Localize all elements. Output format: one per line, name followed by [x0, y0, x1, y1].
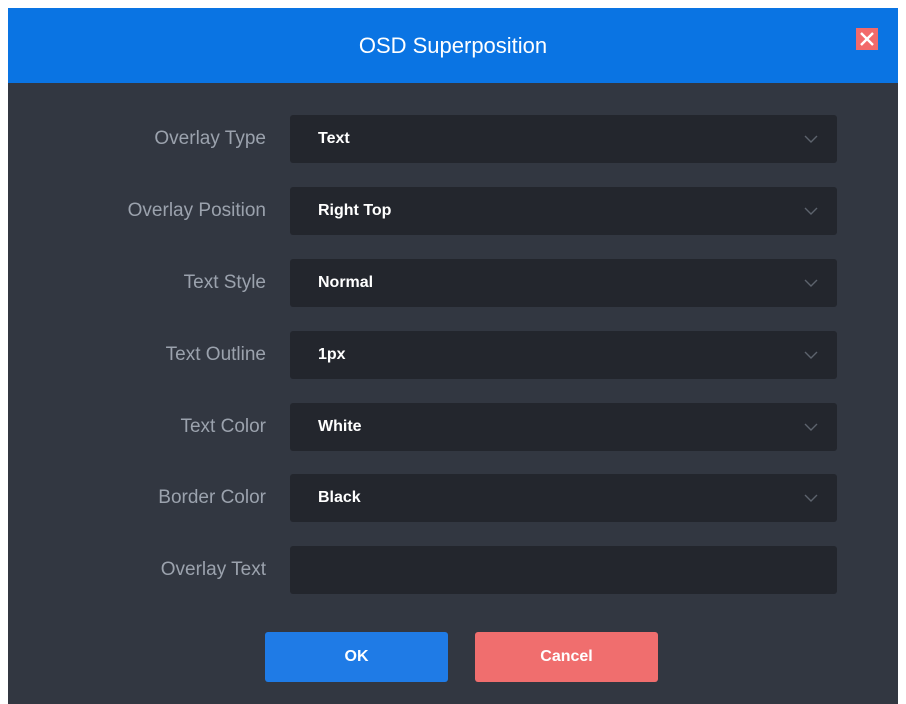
border-color-label: Border Color	[158, 487, 266, 508]
border-color-select[interactable]: Black	[290, 474, 837, 522]
close-icon[interactable]	[856, 28, 878, 50]
overlay-text-field[interactable]	[290, 546, 837, 594]
chevron-down-icon	[804, 423, 818, 431]
text-outline-label: Text Outline	[165, 344, 266, 365]
overlay-position-label: Overlay Position	[127, 200, 266, 221]
overlay-type-label: Overlay Type	[154, 128, 266, 149]
chevron-down-icon	[804, 135, 818, 143]
dialog-title: OSD Superposition	[358, 33, 548, 58]
text-outline-value: 1px	[318, 346, 346, 363]
overlay-type-row: Overlay Type Text	[8, 115, 898, 163]
cancel-button[interactable]: Cancel	[475, 632, 658, 682]
ok-button[interactable]: OK	[265, 632, 448, 682]
border-color-row: Border Color Black	[8, 474, 898, 522]
overlay-type-select[interactable]: Text	[290, 115, 837, 163]
text-color-row: Text Color White	[8, 403, 898, 451]
border-color-value: Black	[318, 489, 361, 506]
text-color-select[interactable]: White	[290, 403, 837, 451]
overlay-text-row: Overlay Text	[8, 546, 898, 594]
chevron-down-icon	[804, 207, 818, 215]
chevron-down-icon	[804, 351, 818, 359]
overlay-position-row: Overlay Position Right Top	[8, 187, 898, 235]
text-color-label: Text Color	[180, 416, 266, 437]
overlay-text-input[interactable]	[290, 546, 837, 594]
overlay-position-select[interactable]: Right Top	[290, 187, 837, 235]
dialog-titlebar: OSD Superposition	[8, 8, 898, 83]
text-style-select[interactable]: Normal	[290, 259, 837, 307]
overlay-type-value: Text	[318, 130, 350, 147]
osd-dialog: OSD Superposition Overlay Type Text Over…	[8, 8, 898, 704]
overlay-position-value: Right Top	[318, 202, 392, 219]
overlay-text-label: Overlay Text	[160, 559, 266, 580]
text-color-value: White	[318, 418, 362, 435]
text-style-row: Text Style Normal	[8, 259, 898, 307]
text-style-label: Text Style	[183, 272, 266, 293]
text-outline-select[interactable]: 1px	[290, 331, 837, 379]
chevron-down-icon	[804, 494, 818, 502]
text-style-value: Normal	[318, 274, 374, 291]
text-outline-row: Text Outline 1px	[8, 331, 898, 379]
chevron-down-icon	[804, 279, 818, 287]
